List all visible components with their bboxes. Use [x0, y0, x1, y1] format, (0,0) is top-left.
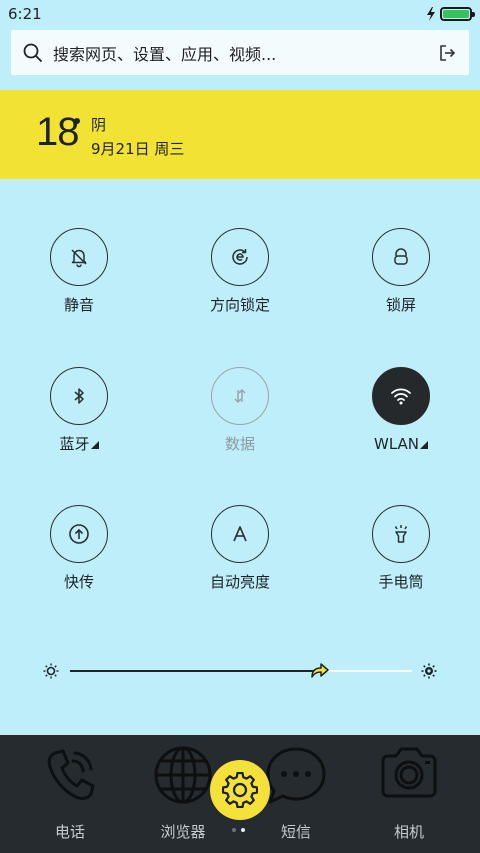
brightness-track-empty — [325, 670, 412, 672]
status-icons — [426, 7, 475, 21]
brightness-high-icon — [421, 663, 437, 679]
charging-icon — [427, 7, 435, 21]
weather-card[interactable]: 18 阴 9月21日 周三 — [0, 90, 480, 179]
toggle-rotation-lock[interactable]: 方向锁定 — [180, 228, 300, 314]
toggle-quick-transfer-button[interactable] — [50, 505, 108, 563]
flashlight-icon — [394, 525, 408, 543]
lock-icon — [394, 248, 408, 265]
page-indicator — [232, 828, 245, 832]
status-bar: 6:21 — [0, 0, 480, 28]
bell-off-icon — [71, 249, 87, 268]
brightness-low-icon — [43, 663, 59, 679]
search-input[interactable]: 搜索网页、设置、应用、视频... — [53, 41, 437, 65]
toggle-flashlight-label: 手电筒 — [378, 573, 424, 591]
toggle-auto-brightness[interactable]: 自动亮度 — [180, 505, 300, 591]
dock-item-phone[interactable]: 电话 — [15, 735, 125, 853]
toggle-wlan-label: WLAN — [341, 435, 461, 453]
toggle-lock-screen-button[interactable] — [372, 228, 430, 286]
page-dot-2[interactable] — [241, 828, 245, 832]
dock-label-camera: 相机 — [393, 823, 424, 841]
toggle-bluetooth-label-text: 蓝牙 — [59, 435, 90, 453]
toggle-auto-brightness-label: 自动亮度 — [209, 573, 270, 591]
toggle-bluetooth[interactable]: 蓝牙 — [19, 367, 139, 453]
settings-button[interactable] — [210, 760, 270, 820]
toggle-mobile-data[interactable]: 数据 — [180, 367, 300, 453]
battery-icon — [440, 7, 475, 21]
message-icon — [266, 747, 326, 804]
toggle-wlan[interactable]: WLAN — [341, 367, 461, 453]
wifi-icon — [391, 388, 411, 405]
toggle-rotation-lock-button[interactable] — [211, 228, 269, 286]
exit-icon[interactable] — [437, 43, 457, 63]
toggle-silent-button[interactable] — [50, 228, 108, 286]
toggle-flashlight[interactable]: 手电筒 — [341, 505, 461, 591]
search-icon — [23, 43, 42, 62]
rotation-lock-icon — [232, 249, 248, 265]
toggle-auto-brightness-button[interactable] — [211, 505, 269, 563]
dock-label-phone: 电话 — [54, 823, 85, 841]
toggle-lock-screen[interactable]: 锁屏 — [341, 228, 461, 314]
status-time: 6:21 — [8, 5, 42, 23]
dock-label-browser: 浏览器 — [160, 823, 206, 841]
battery-level — [443, 10, 469, 18]
brightness-thumb[interactable] — [309, 659, 331, 681]
toggle-wlan-button[interactable] — [372, 367, 430, 425]
toggle-rotation-lock-label: 方向锁定 — [209, 296, 270, 314]
degree-symbol — [74, 118, 80, 124]
dock-item-camera[interactable]: 相机 — [354, 735, 464, 853]
toggle-mobile-data-button[interactable] — [211, 367, 269, 425]
expand-triangle-icon — [420, 441, 428, 449]
toggle-flashlight-button[interactable] — [372, 505, 430, 563]
auto-brightness-icon — [233, 526, 247, 542]
globe-icon — [154, 746, 212, 804]
brightness-slider[interactable] — [40, 658, 440, 684]
weather-date: 9月21日 周三 — [91, 140, 185, 158]
temperature: 18 — [36, 110, 79, 154]
bluetooth-icon — [74, 388, 84, 404]
search-bar[interactable]: 搜索网页、设置、应用、视频... — [11, 30, 469, 75]
toggle-lock-screen-label: 锁屏 — [385, 296, 416, 314]
weather-condition: 阴 — [91, 116, 107, 134]
toggle-wlan-label-text: WLAN — [373, 435, 419, 453]
expand-triangle-icon — [90, 441, 99, 449]
brightness-track-filled — [70, 670, 320, 672]
page-dot-1[interactable] — [232, 828, 236, 832]
mobile-data-icon — [234, 388, 246, 404]
toggle-quick-transfer-label: 快传 — [63, 573, 94, 591]
settings-gear-icon — [222, 772, 258, 808]
toggle-silent[interactable]: 静音 — [19, 228, 139, 314]
phone-icon — [47, 749, 95, 800]
toggle-bluetooth-button[interactable] — [50, 367, 108, 425]
camera-icon — [381, 747, 437, 798]
toggle-bluetooth-label: 蓝牙 — [19, 435, 139, 453]
toggle-mobile-data-label: 数据 — [224, 435, 255, 453]
toggle-silent-label: 静音 — [63, 296, 94, 314]
toggle-quick-transfer[interactable]: 快传 — [19, 505, 139, 591]
dock-label-messages: 短信 — [280, 823, 311, 841]
quick-transfer-icon — [69, 524, 89, 544]
